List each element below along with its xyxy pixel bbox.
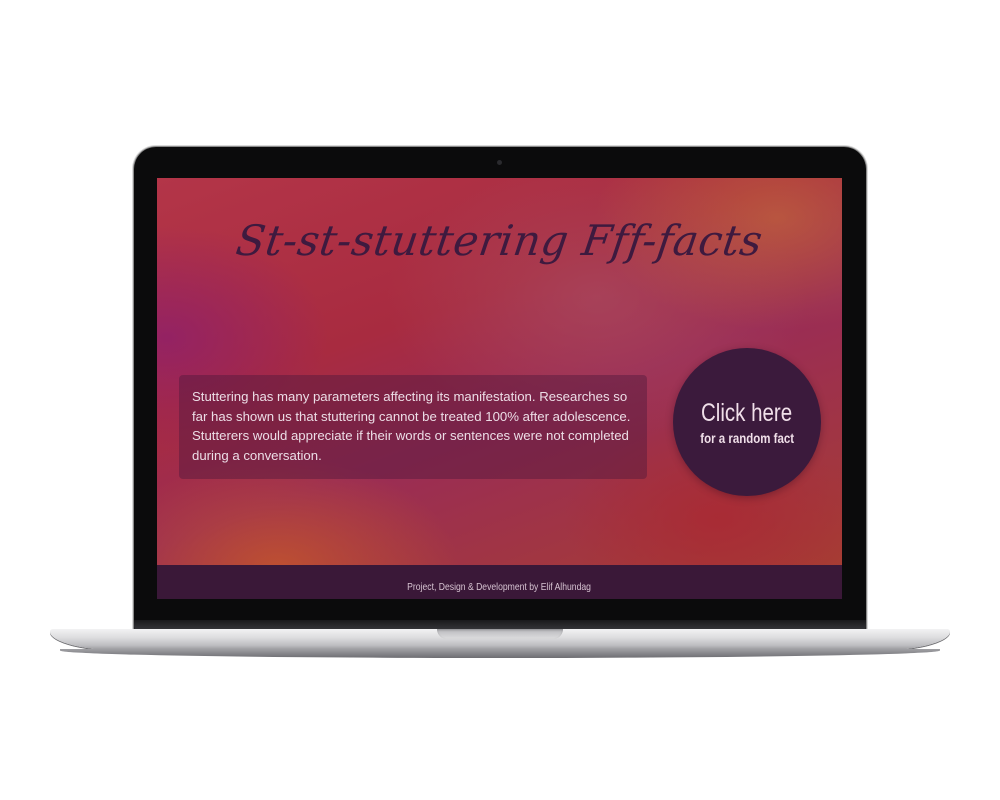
page-title: St-st-stuttering Fff-facts (233, 216, 766, 265)
random-fact-button[interactable]: Click here for a random fact (673, 348, 821, 496)
laptop-base-edge (60, 649, 940, 658)
footer: Project, Design & Development by Elif Al… (157, 565, 842, 599)
laptop-notch (437, 629, 563, 639)
fact-text: Stuttering has many parameters affecting… (192, 389, 631, 463)
random-fact-button-title: Click here (701, 399, 793, 427)
fact-card: Stuttering has many parameters affecting… (179, 375, 647, 479)
random-fact-button-subtitle: for a random fact (700, 430, 794, 446)
laptop-mockup: St-st-stuttering Fff-facts Stuttering ha… (0, 0, 1000, 800)
footer-credit: Project, Design & Development by Elif Al… (407, 581, 592, 593)
camera-icon (497, 160, 502, 165)
website-screen: St-st-stuttering Fff-facts Stuttering ha… (157, 178, 842, 599)
